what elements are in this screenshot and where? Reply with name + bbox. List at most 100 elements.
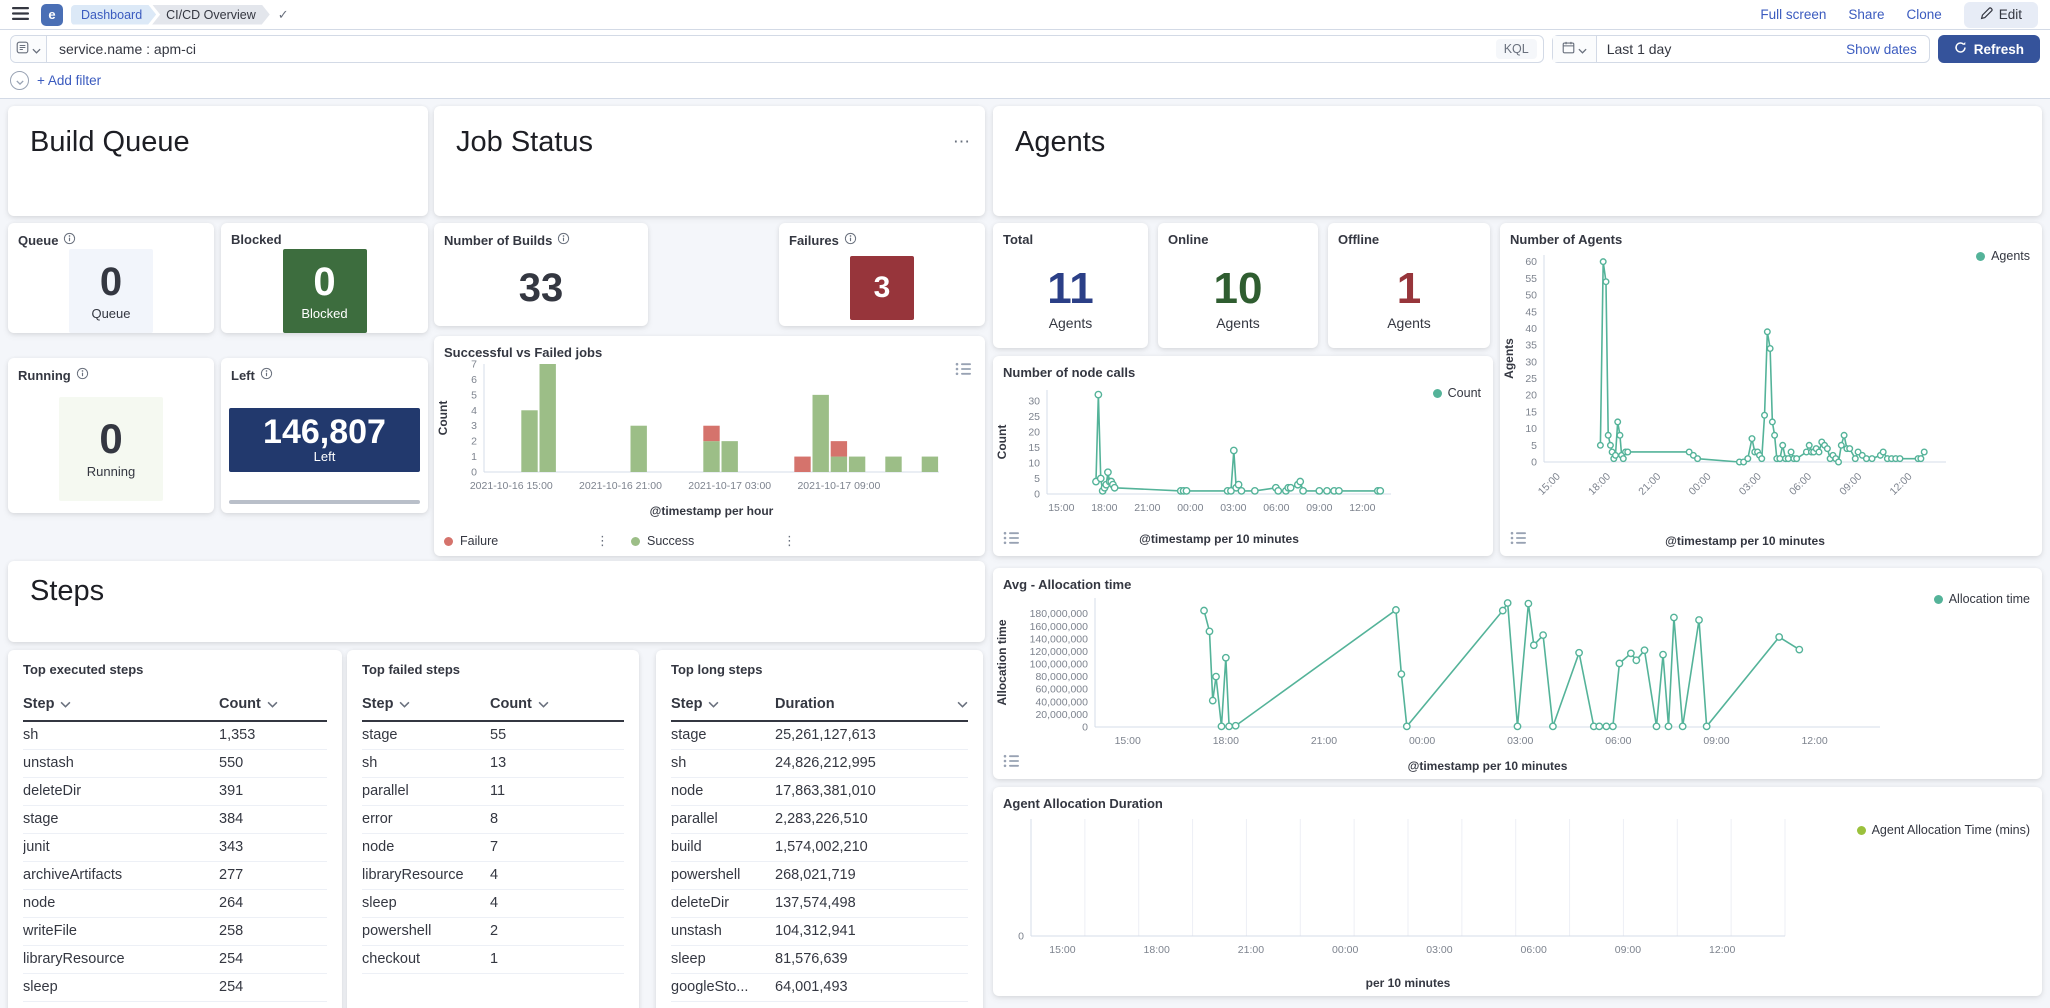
panel-menu-button[interactable]: ⋯ (953, 132, 971, 152)
table-row: archiveArtifacts277 (23, 862, 327, 890)
svg-text:06:00: 06:00 (1263, 502, 1289, 514)
legend-actions-icon[interactable]: ⋮ (783, 533, 796, 549)
svg-text:80,000,000: 80,000,000 (1035, 671, 1088, 683)
info-icon[interactable] (260, 367, 273, 383)
panel-node-calls-chart: Number of node calls 05101520253015:0018… (993, 356, 1493, 556)
clone-button[interactable]: Clone (1906, 7, 1941, 22)
legend-actions-icon[interactable]: ⋮ (596, 533, 609, 549)
table-row: build1,574,002,210 (671, 834, 968, 862)
svg-text:25: 25 (1525, 373, 1537, 385)
breadcrumb-dashboard[interactable]: Dashboard (71, 5, 156, 25)
table-row: sleep254 (23, 974, 327, 1002)
table-row: sleep81,576,639 (671, 946, 968, 974)
svg-text:20,000,000: 20,000,000 (1035, 709, 1088, 721)
add-filter-button[interactable]: + Add filter (37, 73, 101, 88)
svg-text:Count: Count (436, 401, 450, 436)
query-input[interactable]: service.name : apm-ci (47, 41, 1496, 57)
elastic-logo-icon[interactable]: e (41, 4, 63, 26)
svg-text:4: 4 (471, 405, 477, 417)
inspect-icon[interactable] (1001, 529, 1021, 550)
inspect-icon[interactable] (1508, 529, 1528, 550)
metric-value: 33 (519, 268, 564, 308)
sort-header-step[interactable]: Step (671, 696, 775, 712)
share-button[interactable]: Share (1848, 7, 1884, 22)
svg-text:@timestamp per 10 minutes: @timestamp per 10 minutes (1139, 532, 1299, 546)
info-icon[interactable] (844, 232, 857, 248)
inspect-icon[interactable] (953, 360, 973, 381)
table-header: Step Count (23, 689, 327, 722)
panel-metric-blocked: Blocked 0 Blocked (221, 223, 428, 333)
table-row: stage55 (362, 722, 624, 750)
metric-running: 0 Running (59, 397, 163, 501)
full-screen-button[interactable]: Full screen (1760, 7, 1826, 22)
svg-text:25: 25 (1028, 411, 1040, 423)
sort-header-step[interactable]: Step (23, 696, 219, 712)
table-body: sh1,353unstash550deleteDir391stage384jun… (23, 722, 327, 1002)
sort-header-step[interactable]: Step (362, 696, 490, 712)
table-row: unstash104,312,941 (671, 918, 968, 946)
svg-text:3: 3 (471, 420, 477, 432)
svg-text:15:00: 15:00 (1049, 944, 1075, 956)
filter-options-button[interactable] (10, 71, 29, 90)
table-row: sh1,353 (23, 722, 327, 750)
chevron-down-icon (1578, 42, 1587, 57)
legend-item-failure[interactable]: Failure ⋮ (444, 533, 609, 549)
svg-text:40,000,000: 40,000,000 (1035, 696, 1088, 708)
metric-value: 146,807 (263, 415, 386, 449)
svg-text:per 10 minutes: per 10 minutes (1366, 976, 1451, 990)
time-range-value[interactable]: Last 1 day (1607, 41, 1672, 57)
metric-value: 3 (874, 273, 891, 303)
info-icon[interactable] (557, 232, 570, 248)
info-icon[interactable] (63, 232, 76, 248)
edit-button[interactable]: Edit (1964, 2, 2038, 28)
table-header: Step Duration (671, 689, 968, 722)
panel-metric-running: Running 0 Running (8, 358, 214, 513)
panel-job-status-header: Job Status ⋯ (434, 106, 985, 216)
successful-vs-failed-jobs-chart: 012345672021-10-16 15:002021-10-16 21:00… (436, 356, 979, 520)
svg-text:6: 6 (471, 374, 477, 386)
chart-legend[interactable]: Agents (1976, 249, 2030, 263)
panel-agents-chart: Number of Agents 05101520253035404550556… (1500, 223, 2042, 556)
menu-button[interactable] (8, 3, 33, 27)
metric-label: Agents (1387, 315, 1431, 331)
panel-build-queue-header: Build Queue (8, 106, 428, 216)
chart-legend[interactable]: Allocation time (1934, 592, 2030, 606)
refresh-button[interactable]: Refresh (1938, 35, 2040, 63)
svg-text:12:00: 12:00 (1801, 735, 1827, 747)
table-row: parallel2,283,226,510 (671, 806, 968, 834)
chevron-down-icon (32, 42, 41, 57)
svg-text:0: 0 (1531, 457, 1537, 469)
panel-metric-total: Total 11 Agents (993, 223, 1148, 348)
horizontal-scrollbar[interactable] (229, 500, 420, 504)
legend-item-success[interactable]: Success ⋮ (631, 533, 796, 549)
svg-text:0: 0 (1082, 722, 1088, 734)
svg-text:@timestamp per hour: @timestamp per hour (650, 504, 774, 518)
sort-header-duration[interactable]: Duration (775, 696, 968, 712)
sort-header-count[interactable]: Count (490, 696, 624, 712)
svg-text:40: 40 (1525, 323, 1537, 335)
chart-legend[interactable]: Agent Allocation Time (mins) (1857, 823, 2030, 837)
metric-failures: 3 (850, 256, 914, 320)
chart-legend: Failure ⋮ Success ⋮ (444, 533, 796, 549)
svg-text:03:00: 03:00 (1220, 502, 1246, 514)
svg-text:15:00: 15:00 (1536, 471, 1563, 498)
inspect-icon[interactable] (1001, 752, 1021, 773)
sort-header-count[interactable]: Count (219, 696, 327, 712)
panel-metric-left: Left 146,807 Left (221, 358, 428, 513)
panel-jobs-chart: Successful vs Failed jobs 012345672021-1… (434, 336, 985, 556)
date-picker: Last 1 day Show dates (1552, 35, 1930, 63)
info-icon[interactable] (76, 367, 89, 383)
chart-legend[interactable]: Count (1433, 386, 1481, 400)
legend-dot (1976, 252, 1985, 261)
saved-query-menu-button[interactable] (11, 36, 47, 62)
svg-text:55: 55 (1525, 273, 1537, 285)
metric-value: 11 (1047, 267, 1094, 311)
breadcrumb: Dashboard CI/CD Overview ✓ (71, 5, 289, 25)
svg-text:2: 2 (471, 436, 477, 448)
svg-text:60,000,000: 60,000,000 (1035, 684, 1088, 696)
show-dates-button[interactable]: Show dates (1846, 42, 1917, 57)
query-language-button[interactable]: KQL (1496, 39, 1537, 59)
table-row: error8 (362, 806, 624, 834)
legend-dot (1857, 826, 1866, 835)
date-picker-menu-button[interactable] (1553, 36, 1597, 62)
